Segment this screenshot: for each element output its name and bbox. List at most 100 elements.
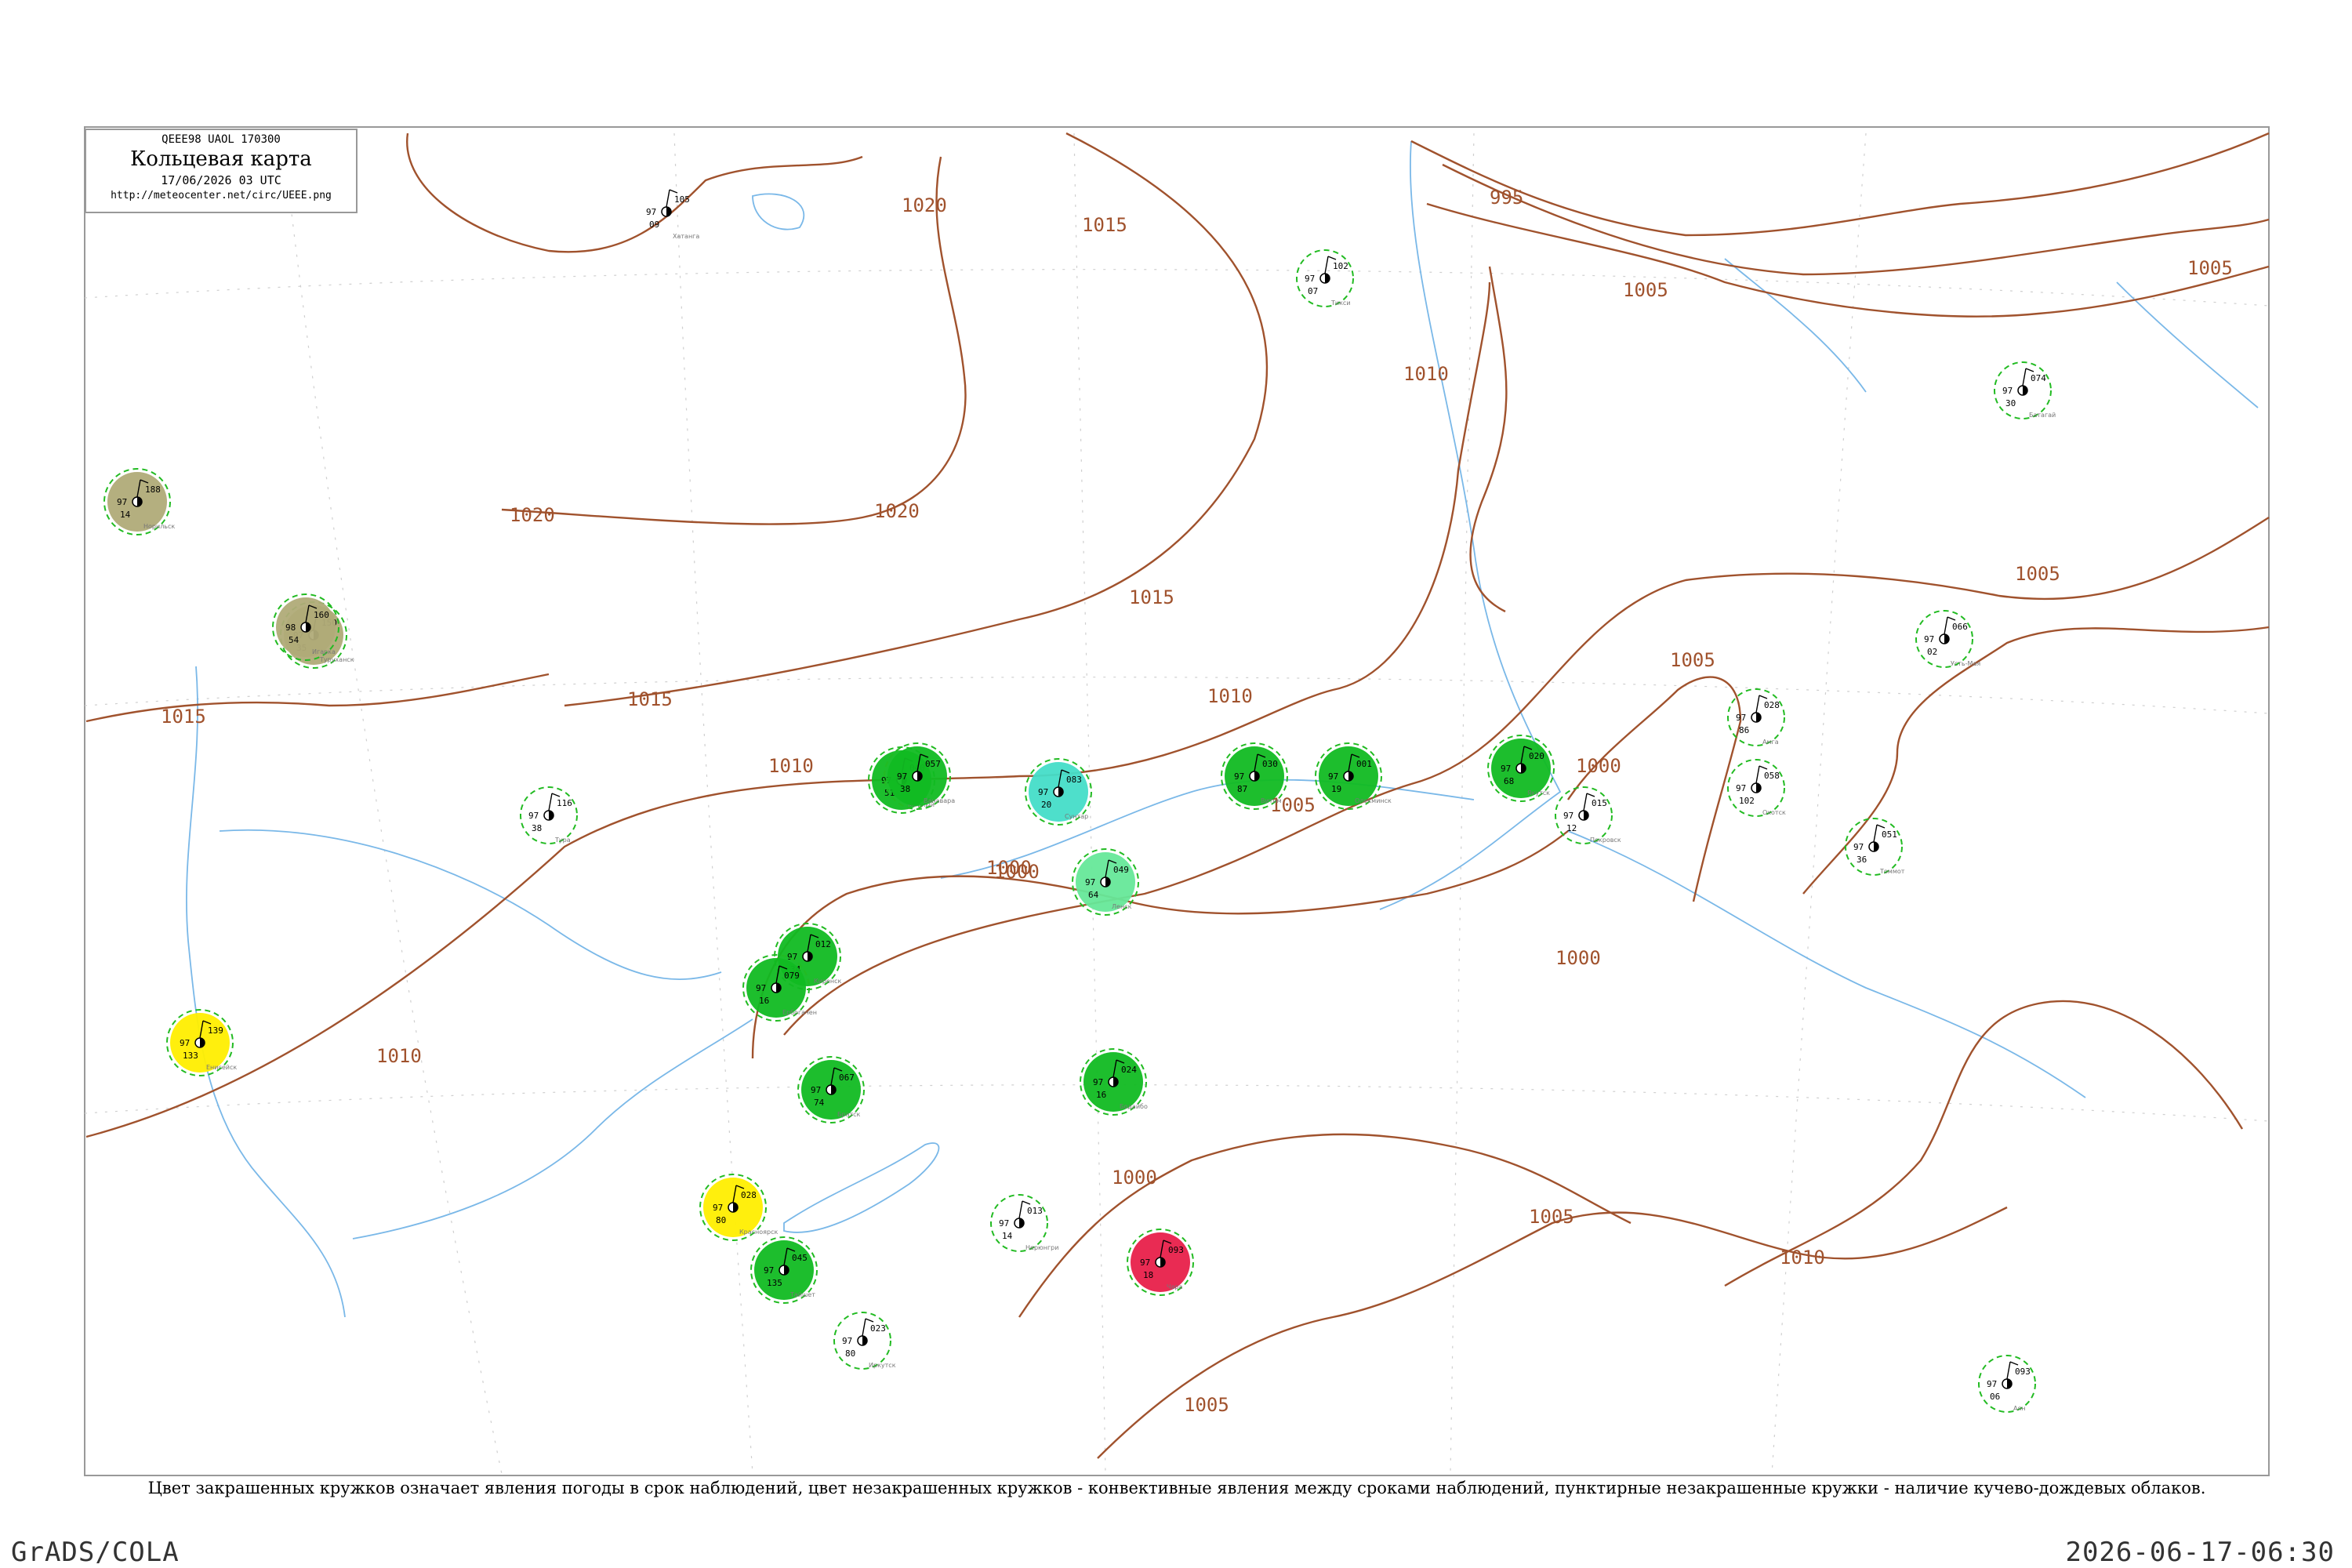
station-marker: 028 97 80 Красноярск (699, 1174, 778, 1241)
wind-barb-icon (1876, 824, 1886, 829)
isobar-label: 1000 (1112, 1167, 1157, 1189)
station-temperature: 97 (528, 811, 539, 821)
indigirka-river (1724, 258, 1867, 393)
isobar-label: 1010 (1780, 1247, 1825, 1269)
station-name: Хатанга (673, 233, 699, 240)
station-name: Ванавара (924, 797, 955, 804)
station-temperature: 97 (1924, 634, 1934, 644)
station-marker: 023 97 80 Иркутск (833, 1312, 896, 1370)
station-name: Тура (554, 837, 571, 844)
nizhnyaya-tunguska-river (219, 829, 722, 980)
station-name: Иркутск (869, 1362, 896, 1369)
station-temperature: 97 (1234, 771, 1244, 782)
station-value-lower: 14 (1002, 1231, 1013, 1241)
station-value-lower: 02 (1927, 647, 1937, 657)
station-marker: 058 97 102 Охотск (1727, 759, 1786, 817)
station-temperature: 97 (811, 1085, 821, 1095)
station-value-lower: 20 (1041, 800, 1051, 810)
isobar-label: 1010 (1403, 363, 1449, 385)
station-temperature: 97 (1093, 1077, 1103, 1087)
station-name: Покровск (1590, 837, 1621, 844)
station-temperature: 97 (1328, 771, 1338, 782)
isobar-label: 1015 (161, 706, 206, 728)
station-name: Нерюнгри (1025, 1244, 1058, 1251)
isobar-1000-center (751, 830, 1569, 1059)
isobar-label: 1010 (1207, 685, 1253, 707)
station-pressure: 057 (925, 759, 941, 769)
station-temperature: 98 (285, 622, 296, 633)
wind-barb-icon (1759, 765, 1768, 770)
isobar-1005-southeast (1097, 1206, 2008, 1459)
software-credit: GrADS/COLA (11, 1537, 180, 1568)
station-name: Енисейск (206, 1064, 237, 1071)
station-value-lower: 38 (900, 784, 910, 794)
rivers (186, 140, 2259, 1318)
station-value-lower: 86 (1739, 725, 1749, 735)
isobar-995 (1410, 132, 2270, 237)
wind-barb-icon (862, 1318, 866, 1337)
station-marker: 093 97 06 Аян (1978, 1355, 2036, 1413)
isobar-label: 1005 (2187, 257, 2233, 279)
isobar-label: 1015 (627, 688, 673, 710)
station-pressure: 023 (870, 1323, 886, 1334)
taymyr-lake (752, 193, 805, 230)
station-temperature: 97 (1305, 274, 1315, 284)
station-name: Игарка (312, 648, 336, 655)
station-pressure: 074 (2031, 373, 2046, 383)
station-value-lower: 74 (814, 1098, 825, 1108)
yenisei-river (186, 666, 346, 1318)
station-marker: 051 97 36 Томмот (1845, 818, 1905, 876)
station-temperature: 97 (1501, 764, 1511, 774)
station-temperature: 97 (646, 207, 656, 217)
isobar-label: 1015 (1129, 586, 1174, 608)
isobar-label: 1005 (1529, 1206, 1574, 1228)
isobar-label: 1020 (902, 194, 947, 216)
isobar-1015-west (85, 673, 550, 723)
station-temperature: 97 (1736, 783, 1746, 793)
station-temperature: 97 (756, 983, 766, 993)
station-temperature: 97 (999, 1218, 1009, 1229)
station-pressure: 028 (741, 1190, 757, 1200)
map-title: Кольцевая карта (130, 147, 312, 171)
station-value-lower: 19 (1331, 784, 1341, 794)
aldan-river (1567, 830, 2086, 1098)
station-pressure: 030 (1262, 759, 1278, 769)
station-pressure: 093 (1168, 1245, 1184, 1255)
map-caption: Цвет закрашенных кружков означает явлени… (147, 1479, 2206, 1497)
station-marker: 188 97 14 Норильск (103, 468, 175, 535)
station-marker: 105 97 09 Хатанга (646, 189, 699, 240)
station-value-lower: 16 (759, 996, 769, 1006)
wind-barb-icon (1947, 616, 1956, 621)
wind-barb-icon (1018, 1200, 1023, 1219)
station-value-lower: 12 (1566, 823, 1577, 833)
station-temperature: 97 (1987, 1379, 1997, 1389)
station-name: Тайшет (789, 1291, 815, 1298)
synoptic-map: 995 1000 1000 1000 1005 1005 1005 1005 1… (84, 126, 2270, 1476)
station-value-lower: 07 (1308, 286, 1318, 296)
station-name: Аян (2013, 1405, 2026, 1412)
station-temperature: 97 (1563, 811, 1573, 821)
station-value-lower: 30 (2005, 398, 2016, 408)
wind-barb-icon (2022, 368, 2027, 387)
isobar-labels: 995 1000 1000 1000 1005 1005 1005 1005 1… (161, 187, 2233, 1416)
isobar-label: 1005 (1184, 1394, 1229, 1416)
station-marker: 139 97 133 Енисейск (166, 1009, 237, 1076)
station-marker: 049 97 64 Ленск (1072, 848, 1139, 916)
station-temperature: 97 (842, 1336, 852, 1346)
station-name: Амга (1762, 739, 1779, 746)
station-pressure: 012 (815, 939, 831, 949)
isobar-label: 1020 (510, 504, 555, 526)
station-marker: 045 97 135 Тайшет (750, 1236, 818, 1304)
station-pressure: 058 (1764, 771, 1780, 781)
isobar-label: 1000 (1576, 755, 1621, 777)
station-marker: 020 97 68 Якутск (1487, 735, 1555, 802)
station-pressure: 045 (792, 1253, 808, 1263)
station-name: Томмот (1879, 868, 1905, 875)
isobar-1010-southeast (1724, 1000, 2244, 1287)
station-marker: 030 97 87 Витим (1221, 742, 1288, 810)
station-pressure: 028 (1764, 700, 1780, 710)
wind-barb-icon (1755, 765, 1760, 784)
station-temperature: 97 (897, 771, 907, 782)
station-name: Сунтар (1065, 813, 1088, 820)
kolyma-river (2116, 281, 2259, 408)
